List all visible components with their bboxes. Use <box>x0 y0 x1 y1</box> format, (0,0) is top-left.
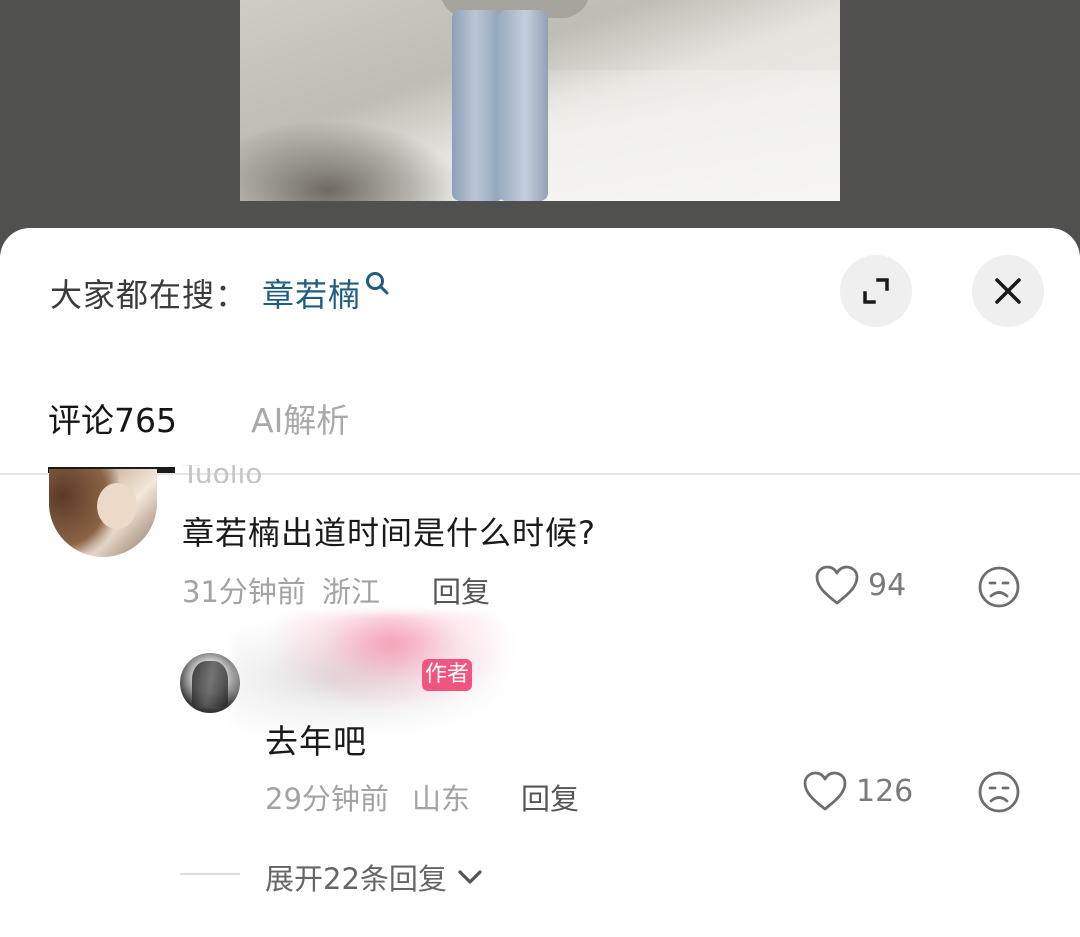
reply-avatar[interactable] <box>180 653 240 713</box>
author-badge: 作者 <box>422 659 472 691</box>
video-scene-leg <box>498 10 548 201</box>
heart-icon <box>803 771 847 811</box>
tab-comments[interactable]: 评论765 <box>48 394 177 442</box>
reply-text[interactable]: 去年吧 <box>265 715 367 763</box>
reply-like-button[interactable]: 126 <box>802 770 913 812</box>
search-icon[interactable] <box>363 269 393 299</box>
trending-search[interactable]: 大家都在搜： 章若楠 <box>50 270 393 316</box>
comment-text[interactable]: 章若楠出道时间是什么时候? <box>182 508 596 554</box>
avatar-face <box>97 483 137 529</box>
video-scene-shadow <box>240 120 460 201</box>
expand-button[interactable] <box>840 255 912 327</box>
reply-avatar-hair <box>192 661 228 707</box>
heart-icon <box>815 565 859 605</box>
app-screen: 大家都在搜： 章若楠 评论765 AI解析 Tuolio 章若楠出道时间是什么时… <box>0 0 1080 937</box>
video-player[interactable] <box>240 0 840 201</box>
expand-divider <box>180 873 240 875</box>
close-button[interactable] <box>972 255 1044 327</box>
frown-icon[interactable] <box>977 565 1021 609</box>
reply-time: 29分钟前 <box>265 782 389 816</box>
avatar[interactable] <box>49 469 157 557</box>
frown-icon[interactable] <box>977 770 1021 814</box>
comment-location: 浙江 <box>322 575 381 609</box>
expand-replies-label: 展开22条回复 <box>265 862 447 896</box>
like-count: 94 <box>868 567 907 603</box>
reply-location: 山东 <box>412 782 471 816</box>
like-button[interactable]: 94 <box>814 564 906 606</box>
trending-search-term[interactable]: 章若楠 <box>262 270 361 316</box>
reply-like-count: 126 <box>856 773 914 809</box>
trending-search-prefix: 大家都在搜： <box>50 276 249 314</box>
comment-sheet: 大家都在搜： 章若楠 评论765 AI解析 Tuolio 章若楠出道时间是什么时… <box>0 228 1080 937</box>
tab-ai-analysis[interactable]: AI解析 <box>251 394 349 442</box>
chevron-down-icon <box>458 870 482 884</box>
expand-replies-button[interactable]: 展开22条回复 <box>265 856 485 898</box>
expand-icon <box>863 278 889 304</box>
video-scene-leg <box>452 10 504 201</box>
video-scene-snow <box>500 70 840 201</box>
comment-time: 31分钟前 <box>182 575 306 609</box>
reply-button[interactable]: 回复 <box>432 569 490 611</box>
tab-bar: 评论765 AI解析 <box>48 394 349 442</box>
tab-divider <box>0 473 1080 475</box>
reply-reply-button[interactable]: 回复 <box>521 776 579 818</box>
comment-username[interactable]: Tuolio <box>182 465 262 483</box>
close-icon <box>995 278 1021 304</box>
